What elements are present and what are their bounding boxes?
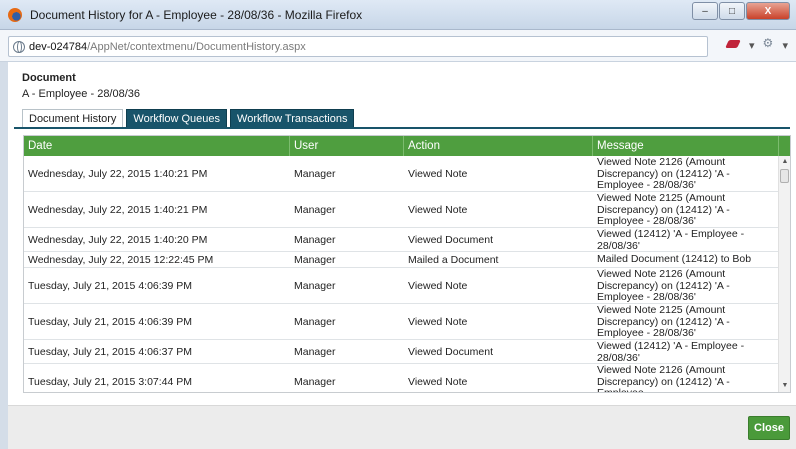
user-cell: Manager — [294, 375, 336, 388]
column-header-date[interactable]: Date — [24, 136, 290, 156]
tab-workflow-transactions[interactable]: Workflow Transactions — [230, 109, 355, 128]
user-cell: Manager — [294, 233, 336, 246]
table-row[interactable]: Tuesday, July 21, 2015 3:07:44 PM Manage… — [24, 364, 778, 393]
user-cell: Manager — [294, 345, 336, 358]
scroll-up-icon[interactable]: ▲ — [780, 157, 790, 167]
date-cell: Tuesday, July 21, 2015 4:06:39 PM — [28, 279, 193, 292]
date-cell: Wednesday, July 22, 2015 1:40:21 PM — [28, 203, 208, 216]
history-grid: Date User Action Message Wednesday, July… — [23, 135, 791, 393]
column-header-action[interactable]: Action — [404, 136, 593, 156]
address-tools: ▾ ▾ — [725, 36, 788, 52]
page-content: Document A - Employee - 28/08/36 Documen… — [8, 62, 796, 449]
action-cell: Mailed a Document — [408, 253, 499, 266]
extension-icon[interactable] — [760, 36, 776, 52]
scroll-thumb[interactable] — [780, 169, 789, 183]
date-cell: Tuesday, July 21, 2015 3:07:44 PM — [28, 375, 193, 388]
date-cell: Wednesday, July 22, 2015 12:22:45 PM — [28, 253, 214, 266]
table-row[interactable]: Wednesday, July 22, 2015 12:22:45 PM Man… — [24, 252, 778, 268]
table-row[interactable]: Wednesday, July 22, 2015 1:40:21 PM Mana… — [24, 192, 778, 228]
grid-scrollbar[interactable]: ▲ ▼ — [778, 156, 790, 392]
document-name: A - Employee - 28/08/36 — [22, 88, 141, 100]
table-row[interactable]: Tuesday, July 21, 2015 4:06:39 PM Manage… — [24, 268, 778, 304]
table-row[interactable]: Wednesday, July 22, 2015 1:40:20 PM Mana… — [24, 228, 778, 252]
globe-icon — [13, 40, 25, 53]
date-cell: Tuesday, July 21, 2015 4:06:37 PM — [28, 345, 193, 358]
tab-workflow-queues[interactable]: Workflow Queues — [126, 109, 228, 128]
message-cell: Viewed Note 2125 (Amount Discrepancy) on… — [597, 304, 730, 339]
url-path: /AppNet/contextmenu/DocumentHistory.aspx — [87, 40, 306, 53]
window-left-edge — [0, 62, 8, 449]
user-cell: Manager — [294, 253, 336, 266]
user-cell: Manager — [294, 203, 336, 216]
date-cell: Wednesday, July 22, 2015 1:40:21 PM — [28, 167, 208, 180]
dialog-footer: Close — [8, 405, 796, 449]
close-button[interactable]: Close — [748, 416, 790, 440]
extension-dropdown-icon[interactable]: ▾ — [782, 39, 788, 52]
maximize-button[interactable]: □ — [719, 2, 745, 20]
message-cell: Viewed (12412) 'A - Employee - 28/08/36' — [597, 228, 745, 251]
scroll-down-icon[interactable]: ▼ — [780, 381, 790, 391]
message-cell: Viewed Note 2126 (Amount Discrepancy) on… — [597, 156, 730, 191]
message-cell: Viewed Note 2126 (Amount Discrepancy) on… — [597, 268, 730, 303]
message-cell: Mailed Document (12412) to Bob Lowes — [597, 253, 752, 267]
address-bar: dev-024784 /AppNet/contextmenu/DocumentH… — [0, 30, 796, 62]
user-cell: Manager — [294, 315, 336, 328]
tab-bar: Document History Workflow Queues Workflo… — [22, 109, 355, 129]
firefox-icon — [8, 8, 22, 22]
action-cell: Viewed Document — [408, 233, 494, 246]
table-row[interactable]: Tuesday, July 21, 2015 4:06:39 PM Manage… — [24, 304, 778, 340]
action-cell: Viewed Note — [408, 167, 468, 180]
message-cell: Viewed (12412) 'A - Employee - 28/08/36' — [597, 340, 745, 363]
action-cell: Viewed Note — [408, 375, 468, 388]
url-host: dev-024784 — [29, 40, 88, 53]
message-cell: Viewed Note 2126 (Amount Discrepancy) on… — [597, 364, 730, 393]
window-close-button[interactable]: X — [746, 2, 790, 20]
table-row[interactable]: Wednesday, July 22, 2015 1:40:21 PM Mana… — [24, 156, 778, 192]
minimize-button[interactable]: – — [692, 2, 718, 20]
user-cell: Manager — [294, 279, 336, 292]
table-row[interactable]: Tuesday, July 21, 2015 4:06:37 PM Manage… — [24, 340, 778, 364]
column-header-user[interactable]: User — [290, 136, 404, 156]
tab-document-history[interactable]: Document History — [22, 109, 124, 129]
action-cell: Viewed Note — [408, 315, 468, 328]
window-titlebar: Document History for A - Employee - 28/0… — [0, 0, 796, 30]
url-field[interactable]: dev-024784 /AppNet/contextmenu/DocumentH… — [8, 36, 708, 57]
column-header-message[interactable]: Message — [593, 136, 779, 156]
user-cell: Manager — [294, 167, 336, 180]
action-cell: Viewed Document — [408, 345, 494, 358]
window-controls: – □ X — [692, 2, 790, 20]
bookmark-icon[interactable] — [725, 38, 743, 52]
bookmark-dropdown-icon[interactable]: ▾ — [749, 39, 755, 52]
window-title: Document History for A - Employee - 28/0… — [30, 8, 363, 22]
message-cell: Viewed Note 2125 (Amount Discrepancy) on… — [597, 192, 730, 227]
tabs-underline — [14, 127, 790, 129]
grid-rows: Wednesday, July 22, 2015 1:40:21 PM Mana… — [24, 156, 778, 393]
date-cell: Wednesday, July 22, 2015 1:40:20 PM — [28, 233, 208, 246]
document-heading: Document — [22, 72, 76, 84]
action-cell: Viewed Note — [408, 279, 468, 292]
action-cell: Viewed Note — [408, 203, 468, 216]
grid-header: Date User Action Message — [24, 136, 790, 156]
date-cell: Tuesday, July 21, 2015 4:06:39 PM — [28, 315, 193, 328]
